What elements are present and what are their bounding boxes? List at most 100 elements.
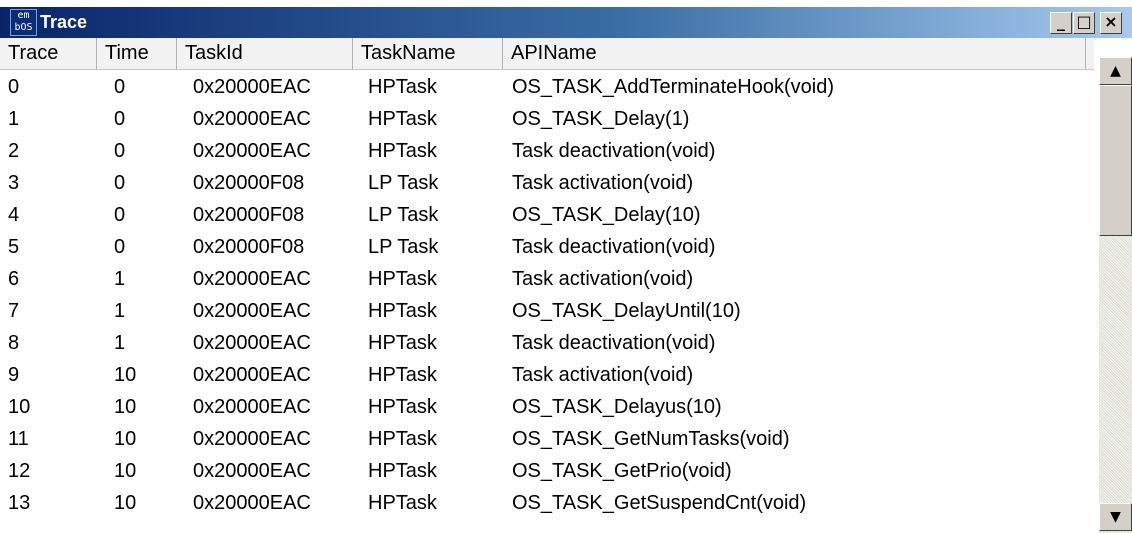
cell-time: 0 [114, 204, 126, 226]
cell-apiname: OS_TASK_Delayus(10) [512, 396, 722, 418]
title-bar[interactable]: em bOS Trace _ □ × [0, 7, 1132, 38]
app-icon-text-bottom: bOS [14, 22, 33, 33]
cell-taskid: 0x20000EAC [193, 428, 311, 450]
column-header-trace[interactable]: Trace [0, 38, 97, 69]
cell-time: 0 [114, 140, 126, 162]
column-header-taskname[interactable]: TaskName [353, 38, 503, 69]
cell-trace: 5 [8, 236, 20, 258]
cell-time: 10 [114, 364, 137, 386]
cell-apiname: OS_TASK_AddTerminateHook(void) [512, 76, 834, 98]
cell-apiname: Task activation(void) [512, 268, 694, 290]
maximize-icon: □ [1076, 12, 1092, 31]
window-title: Trace [40, 12, 88, 32]
cell-apiname: Task deactivation(void) [512, 332, 716, 354]
table-row[interactable]: 5 0 0x20000F08 LP Task Task deactivation(voi… [0, 231, 1094, 263]
table-row[interactable]: 10 10 0x20000EAC HPTask OS_TASK_Delayus(10) [0, 391, 1094, 423]
cell-taskid: 0x20000EAC [193, 140, 311, 162]
scroll-down-button[interactable]: ▼ [1099, 503, 1132, 531]
cell-trace: 8 [8, 332, 20, 354]
table-row[interactable]: 11 10 0x20000EAC HPTask OS_TASK_GetNumTasks(… [0, 423, 1094, 455]
cell-taskname: HPTask [368, 332, 437, 354]
cell-trace: 6 [8, 268, 20, 290]
cell-time: 0 [114, 76, 126, 98]
cell-taskname: LP Task [368, 204, 439, 226]
cell-taskid: 0x20000EAC [193, 396, 311, 418]
cell-apiname: OS_TASK_DelayUntil(10) [512, 300, 741, 322]
cell-time: 1 [114, 300, 126, 322]
table-row[interactable]: 13 10 0x20000EAC HPTask OS_TASK_GetSuspendCn… [0, 487, 1094, 519]
cell-taskname: LP Task [368, 236, 439, 258]
cell-time: 0 [114, 108, 126, 130]
cell-taskid: 0x20000F08 [193, 204, 305, 226]
cell-taskid: 0x20000EAC [193, 492, 311, 514]
table-row[interactable]: 1 0 0x20000EAC HPTask OS_TASK_Delay(1) [0, 103, 1094, 135]
scrollbar-thumb[interactable] [1099, 85, 1132, 236]
scroll-down-arrow-icon: ▼ [1110, 509, 1121, 525]
cell-trace: 10 [8, 396, 31, 418]
cell-trace: 11 [8, 428, 29, 450]
cell-taskid: 0x20000EAC [193, 268, 311, 290]
cell-time: 0 [114, 172, 126, 194]
cell-apiname: OS_TASK_GetSuspendCnt(void) [512, 492, 807, 514]
cell-taskid: 0x20000EAC [193, 364, 311, 386]
cell-apiname: OS_TASK_GetNumTasks(void) [512, 428, 790, 450]
cell-taskname: HPTask [368, 396, 437, 418]
cell-time: 10 [114, 492, 137, 514]
cell-taskid: 0x20000F08 [193, 236, 305, 258]
cell-trace: 1 [8, 108, 20, 130]
column-header-taskid[interactable]: TaskId [177, 38, 353, 69]
cell-trace: 0 [8, 76, 20, 98]
cell-trace: 9 [8, 364, 20, 386]
cell-trace: 12 [8, 460, 31, 482]
cell-apiname: Task activation(void) [512, 172, 694, 194]
scroll-up-arrow-icon: ▲ [1110, 63, 1121, 79]
table-row[interactable]: 12 10 0x20000EAC HPTask OS_TASK_GetPrio(void… [0, 455, 1094, 487]
cell-time: 1 [114, 268, 126, 290]
trace-window: em bOS Trace _ □ × Trace Time TaskId Tas… [0, 0, 1132, 533]
cell-taskname: HPTask [368, 492, 437, 514]
embos-app-icon[interactable]: em bOS [10, 9, 37, 36]
table-row[interactable]: 2 0 0x20000EAC HPTask Task deactivation(void… [0, 135, 1094, 167]
cell-taskname: HPTask [368, 108, 437, 130]
cell-trace: 7 [8, 300, 20, 322]
cell-taskname: HPTask [368, 460, 437, 482]
cell-time: 10 [114, 460, 137, 482]
cell-apiname: OS_TASK_GetPrio(void) [512, 460, 732, 482]
table-row[interactable]: 7 1 0x20000EAC HPTask OS_TASK_DelayUntil(10) [0, 295, 1094, 327]
close-button[interactable]: × [1100, 12, 1122, 34]
cell-apiname: Task deactivation(void) [512, 140, 716, 162]
table-row[interactable]: 6 1 0x20000EAC HPTask Task activation(void) [0, 263, 1094, 295]
table-row[interactable]: 3 0 0x20000F08 LP Task Task activation(void) [0, 167, 1094, 199]
cell-trace: 2 [8, 140, 20, 162]
cell-taskid: 0x20000EAC [193, 76, 311, 98]
table-header: Trace Time TaskId TaskName APIName [0, 38, 1094, 70]
maximize-button[interactable]: □ [1073, 12, 1095, 34]
cell-taskid: 0x20000EAC [193, 108, 311, 130]
app-icon-text-top: em [17, 10, 30, 21]
cell-taskname: HPTask [368, 268, 437, 290]
cell-taskname: HPTask [368, 428, 437, 450]
cell-time: 10 [114, 428, 137, 450]
table-row[interactable]: 9 10 0x20000EAC HPTask Task activation(void) [0, 359, 1094, 391]
cell-time: 10 [114, 396, 137, 418]
table-row[interactable]: 4 0 0x20000F08 LP Task OS_TASK_Delay(10) [0, 199, 1094, 231]
cell-taskid: 0x20000F08 [193, 172, 305, 194]
minimize-button[interactable]: _ [1050, 12, 1072, 34]
column-header-time[interactable]: Time [97, 38, 177, 69]
column-header-apiname[interactable]: APIName [503, 38, 1086, 69]
close-icon: × [1104, 12, 1118, 31]
column-header-filler [1086, 38, 1094, 69]
cell-taskname: HPTask [368, 76, 437, 98]
table-row[interactable]: 8 1 0x20000EAC HPTask Task deactivation(void… [0, 327, 1094, 359]
cell-taskid: 0x20000EAC [193, 460, 311, 482]
cell-apiname: Task deactivation(void) [512, 236, 716, 258]
cell-time: 1 [114, 332, 126, 354]
cell-time: 0 [114, 236, 126, 258]
table-row[interactable]: 0 0 0x20000EAC HPTask OS_TASK_AddTerminateHo… [0, 71, 1094, 103]
cell-trace: 3 [8, 172, 20, 194]
cell-trace: 4 [8, 204, 20, 226]
scroll-up-button[interactable]: ▲ [1099, 57, 1132, 85]
cell-taskname: HPTask [368, 364, 437, 386]
minimize-icon: _ [1057, 12, 1065, 31]
cell-taskid: 0x20000EAC [193, 300, 311, 322]
